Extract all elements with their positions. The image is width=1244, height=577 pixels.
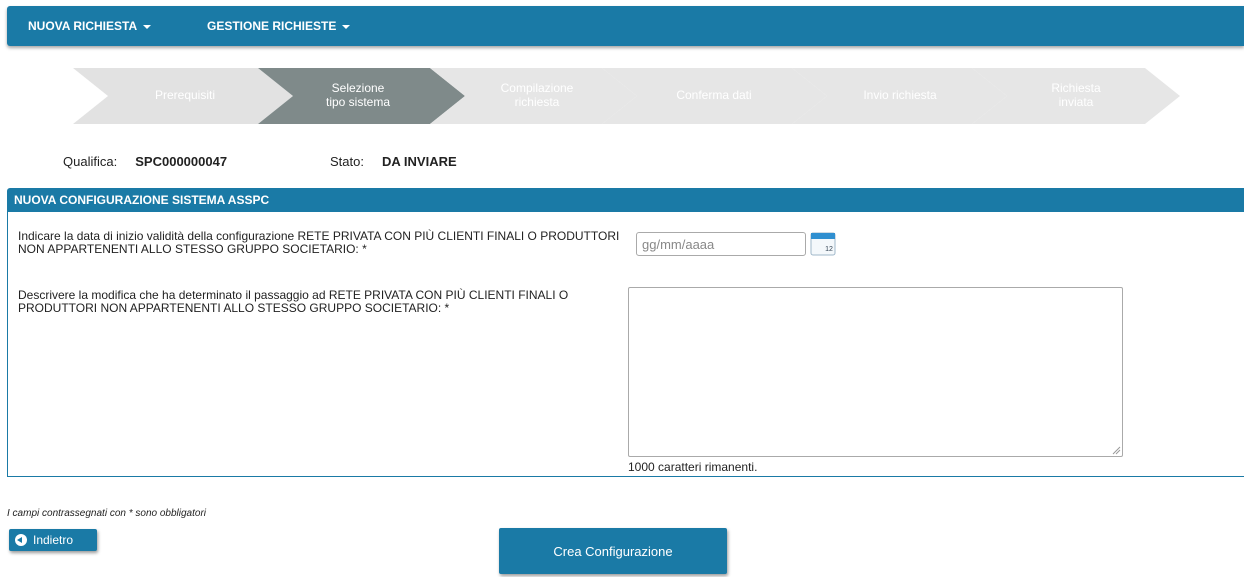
- create-configuration-button[interactable]: Crea Configurazione: [499, 528, 727, 574]
- stato-value: DA INVIARE: [382, 154, 457, 169]
- back-button-label: Indietro: [33, 533, 74, 547]
- wizard-arrows: [73, 68, 1180, 124]
- qualifica-value: SPC000000047: [135, 154, 228, 169]
- wizard-step-invio-richiesta: Invio richiesta: [863, 88, 937, 102]
- arrow-left-circle-icon: [15, 534, 27, 546]
- wizard-step-compilazione-richiesta: Compilazione richiesta: [500, 81, 574, 109]
- qualifica-info: Qualifica: SPC000000047: [63, 154, 227, 169]
- calendar-icon[interactable]: 12: [810, 232, 836, 256]
- section-title: NUOVA CONFIGURAZIONE SISTEMA ASSPC: [7, 188, 1244, 212]
- wizard-step-selezione-tipo-sistema: Selezione tipo sistema: [325, 81, 391, 109]
- stato-label: Stato:: [330, 154, 364, 169]
- wizard-step-richiesta-inviata: Richiesta inviata: [1051, 81, 1101, 109]
- qualifica-label: Qualifica:: [63, 154, 118, 169]
- back-button[interactable]: Indietro: [9, 529, 97, 551]
- wizard-step-prerequisiti: Prerequisiti: [154, 88, 216, 102]
- remaining-characters: 1000 caratteri rimanenti.: [628, 460, 758, 474]
- date-field-label: Indicare la data di inizio validità dell…: [18, 229, 620, 256]
- stato-info: Stato: DA INVIARE: [330, 154, 457, 169]
- description-textarea[interactable]: [628, 287, 1123, 457]
- calendar-day: 12: [825, 246, 833, 253]
- required-fields-note: I campi contrassegnati con * sono obblig…: [7, 508, 207, 519]
- wizard-step-conferma-dati: Conferma dati: [676, 88, 752, 102]
- date-input[interactable]: [636, 232, 806, 256]
- description-field-label: Descrivere la modifica che ha determinat…: [18, 288, 569, 315]
- resize-grip-icon[interactable]: [1112, 446, 1121, 455]
